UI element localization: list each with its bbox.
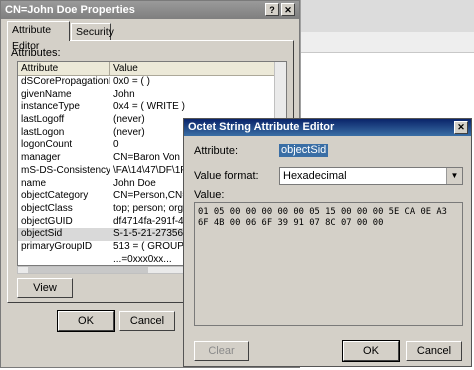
close-button[interactable]: ✕: [281, 3, 295, 16]
table-row[interactable]: givenName John: [18, 89, 286, 102]
tab-attribute-editor[interactable]: Attribute Editor: [7, 21, 70, 52]
attribute-name-cell: mS-DS-ConsistencyG...: [21, 164, 110, 176]
tab-security[interactable]: Security: [71, 23, 114, 40]
chevron-down-icon[interactable]: ▼: [446, 168, 462, 184]
value-label: Value:: [194, 189, 225, 201]
attribute-name-cell: objectGUID: [21, 215, 73, 227]
octet-close-button[interactable]: ✕: [454, 121, 468, 134]
attribute-name-cell: logonCount: [21, 139, 73, 151]
attribute-name-cell: [18, 254, 110, 265]
hex-value-field[interactable]: 01 05 00 00 00 00 00 05 15 00 00 00 5E C…: [194, 202, 463, 326]
ok-button[interactable]: OK: [57, 310, 115, 332]
attribute-name-cell: lastLogoff: [21, 114, 65, 126]
attribute-name-cell: objectSid: [21, 228, 63, 240]
properties-title: CN=John Doe Properties: [5, 4, 135, 16]
value-format-selected: Hexadecimal: [283, 170, 347, 182]
hex-line: 01 05 00 00 00 00 00 05 15 00 00 00 5E C…: [198, 207, 447, 217]
octet-title-bar: Octet String Attribute Editor ✕: [184, 119, 471, 136]
attribute-name-value: objectSid: [279, 144, 329, 157]
attribute-name-cell: manager: [21, 152, 61, 164]
table-row[interactable]: dSCorePropagationD...0x0 = ( ): [18, 76, 286, 89]
attribute-name-cell: objectCategory: [21, 190, 89, 202]
table-row[interactable]: instanceType 0x4 = ( WRITE ): [18, 101, 286, 114]
attribute-value-cell: 0x0 = ( ): [113, 76, 150, 87]
attribute-value-cell: 0x4 = ( WRITE ): [113, 101, 185, 113]
attribute-name-cell: primaryGroupID: [21, 240, 93, 252]
background-toolbar: [301, 0, 474, 33]
octet-cancel-button[interactable]: Cancel: [406, 341, 462, 361]
hex-line: 6F 4B 00 06 6F 39 91 07 8C 07 00 00: [198, 218, 384, 228]
help-button[interactable]: ?: [265, 3, 279, 16]
value-format-select[interactable]: Hexadecimal ▼: [279, 167, 463, 185]
cancel-button[interactable]: Cancel: [119, 311, 175, 331]
attribute-name-cell: name: [21, 177, 47, 189]
column-value[interactable]: Value: [110, 62, 275, 75]
properties-title-bar: CN=John Doe Properties ? ✕: [1, 1, 299, 19]
attribute-value-cell: John: [113, 88, 135, 100]
value-format-label: Value format:: [194, 170, 259, 182]
column-attribute[interactable]: Attribute: [18, 62, 110, 75]
attribute-name-cell: instanceType: [21, 101, 80, 113]
octet-ok-button[interactable]: OK: [342, 340, 400, 362]
clear-button[interactable]: Clear: [194, 341, 249, 361]
octet-title: Octet String Attribute Editor: [188, 121, 335, 133]
attribute-name-cell: objectClass: [21, 202, 73, 214]
attribute-name-cell: lastLogon: [21, 126, 65, 138]
horizontal-scroll-thumb[interactable]: [28, 267, 148, 273]
background-header: [301, 32, 474, 53]
attribute-name-cell: givenName: [21, 88, 72, 100]
attribute-name-cell: dSCorePropagationD...: [21, 76, 110, 87]
attributes-list-header: Attribute Value: [18, 62, 286, 76]
octet-string-editor-dialog: Octet String Attribute Editor ✕ Attribut…: [183, 118, 472, 367]
attribute-label: Attribute:: [194, 145, 239, 157]
view-button[interactable]: View: [17, 278, 73, 298]
